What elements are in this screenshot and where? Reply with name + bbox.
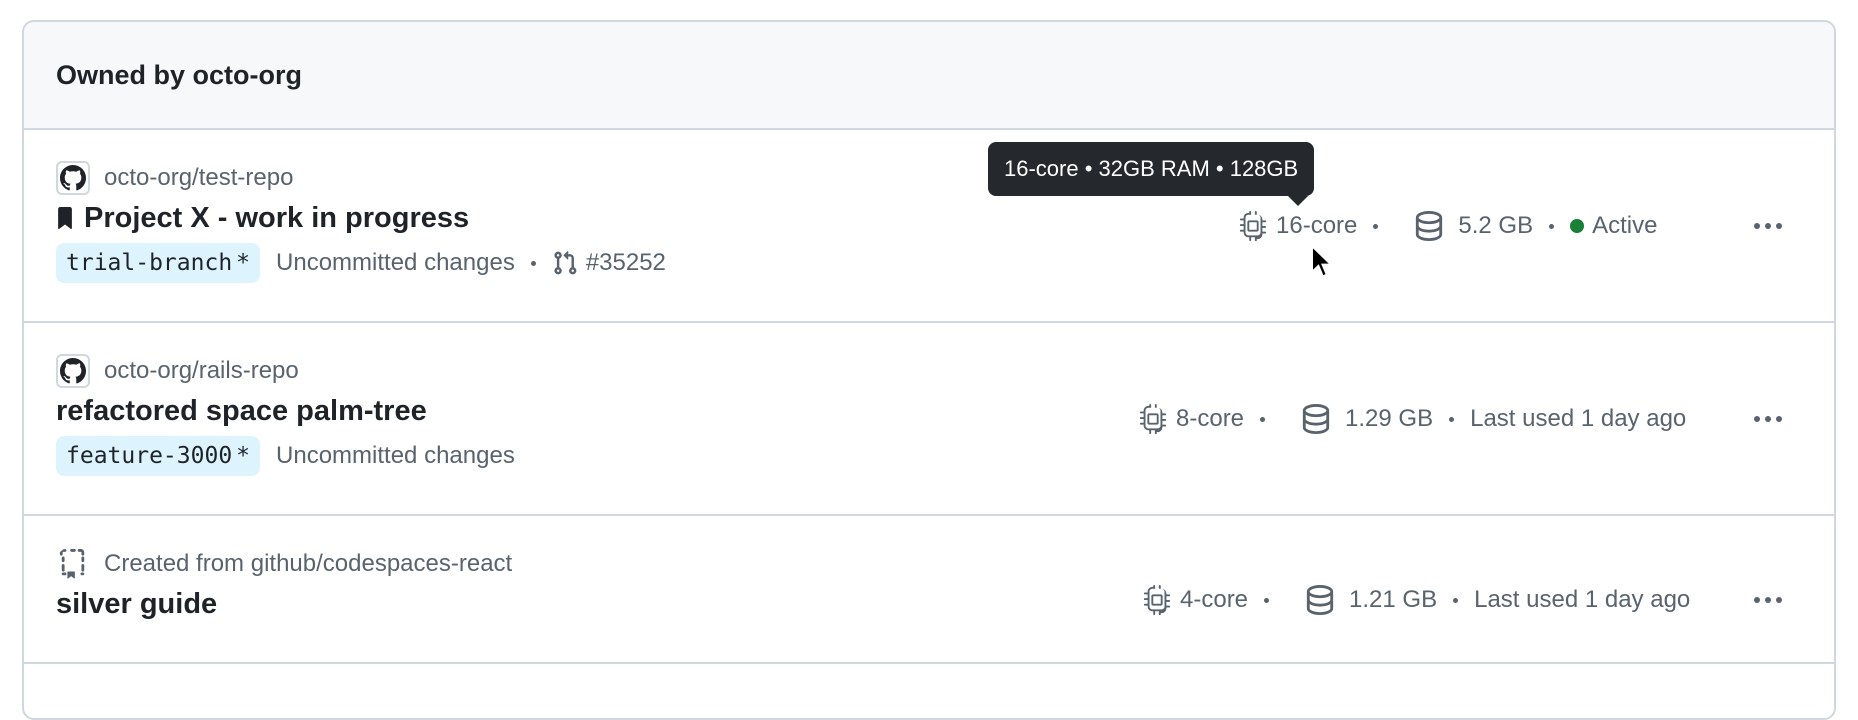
more-options-button[interactable] [1748, 580, 1788, 620]
separator-dot [1449, 416, 1455, 422]
last-used-label: Last used 1 day ago [1474, 586, 1691, 613]
codespace-row: octo-org/test-repo Project X - work in p… [24, 130, 1834, 323]
machine-tooltip: 16-core • 32GB RAM • 128GB [988, 142, 1315, 196]
separator-dot [1373, 223, 1379, 229]
repo-line: octo-org/test-repo [56, 160, 666, 196]
more-options-button[interactable] [1748, 399, 1788, 439]
machine-label: 4-core [1180, 586, 1249, 613]
codespace-info: Created from github/codespaces-react sil… [56, 546, 512, 624]
status-badge: Active [1570, 212, 1657, 240]
status-active-icon [1570, 219, 1585, 233]
machine-type[interactable]: 4-core [1142, 585, 1248, 615]
machine-label: 8-core [1176, 405, 1245, 432]
machine-label: 16-core [1276, 212, 1358, 239]
separator-dot [1453, 597, 1459, 603]
branch-dirty-marker: * [236, 250, 251, 276]
template-repo-icon [56, 547, 90, 581]
cpu-icon [1143, 585, 1171, 615]
section-title: Owned by octo-org [56, 59, 302, 90]
cpu-icon [1239, 211, 1267, 241]
codespace-stats: 4-core 1.21 GB Last used 1 day ago [1142, 580, 1690, 620]
last-used-label: Last used 1 day ago [1470, 405, 1687, 432]
kebab-dot [1754, 597, 1760, 603]
uncommitted-changes: Uncommitted changes [276, 442, 515, 469]
database-icon [1416, 211, 1443, 241]
codespace-name-line: silver guide [56, 584, 512, 624]
codespace-info: octo-org/test-repo Project X - work in p… [56, 160, 666, 284]
branch-badge[interactable]: feature-3000 * [56, 436, 261, 476]
template-source-link[interactable]: Created from github/codespaces-react [104, 550, 512, 578]
storage-label: 1.21 GB [1349, 586, 1438, 613]
codespace-name-line: refactored space palm-tree [56, 391, 515, 431]
branch-name: trial-branch [66, 250, 233, 276]
tooltip-arrow [1288, 196, 1308, 206]
separator-dot [1549, 223, 1555, 229]
bookmark-icon [56, 207, 74, 229]
status-label: Active [1592, 212, 1658, 239]
repo-line: Created from github/codespaces-react [56, 546, 512, 582]
kebab-dot [1765, 223, 1771, 229]
kebab-dot [1765, 416, 1771, 422]
database-icon [1306, 585, 1334, 615]
kebab-dot [1754, 223, 1760, 229]
storage-usage: 5.2 GB [1414, 210, 1533, 242]
repo-link[interactable]: octo-org/rails-repo [104, 357, 299, 385]
meta-line: trial-branch * Uncommitted changes #35252 [56, 242, 666, 284]
separator-dot [530, 260, 536, 266]
pr-number: #35252 [585, 249, 666, 276]
github-mark-icon [56, 161, 90, 195]
separator-dot [1260, 416, 1266, 422]
mouse-cursor-icon [1310, 243, 1336, 285]
storage-usage: 1.21 GB [1305, 584, 1437, 616]
codespace-name-link[interactable]: Project X - work in progress [84, 202, 469, 235]
codespace-name-line: Project X - work in progress [56, 198, 666, 238]
kebab-dot [1776, 223, 1782, 229]
repo-link[interactable]: octo-org/test-repo [104, 164, 293, 192]
cpu-icon [1139, 404, 1167, 434]
codespace-stats: 8-core 1.29 GB Last used 1 day ago [1138, 399, 1686, 439]
codespace-stats: 16-core 5.2 GB Active [1238, 206, 1657, 246]
pull-request-icon [554, 250, 577, 275]
codespaces-panel: Owned by octo-org octo-org/test-repo Pro… [22, 20, 1836, 720]
database-icon [1302, 404, 1330, 434]
branch-dirty-marker: * [236, 443, 251, 469]
panel-header: Owned by octo-org [24, 22, 1834, 130]
kebab-dot [1776, 597, 1782, 603]
more-options-button[interactable] [1748, 206, 1788, 246]
uncommitted-changes: Uncommitted changes [276, 249, 515, 276]
storage-label: 5.2 GB [1458, 212, 1534, 239]
codespace-name-link[interactable]: refactored space palm-tree [56, 395, 427, 428]
branch-name: feature-3000 [66, 443, 233, 469]
kebab-dot [1765, 597, 1771, 603]
codespace-row: Created from github/codespaces-react sil… [24, 516, 1834, 664]
repo-line: octo-org/rails-repo [56, 353, 515, 389]
github-mark-icon [56, 354, 90, 388]
kebab-dot [1776, 416, 1782, 422]
codespace-info: octo-org/rails-repo refactored space pal… [56, 353, 515, 477]
pull-request-link[interactable]: #35252 [552, 249, 666, 277]
storage-usage: 1.29 GB [1301, 403, 1433, 435]
codespace-row: octo-org/rails-repo refactored space pal… [24, 323, 1834, 516]
branch-badge[interactable]: trial-branch * [56, 243, 261, 283]
machine-type[interactable]: 16-core [1238, 211, 1357, 241]
kebab-dot [1754, 416, 1760, 422]
storage-label: 1.29 GB [1345, 405, 1434, 432]
machine-type[interactable]: 8-core [1138, 404, 1244, 434]
codespace-name-link[interactable]: silver guide [56, 588, 217, 621]
meta-line: feature-3000 * Uncommitted changes [56, 435, 515, 477]
separator-dot [1264, 597, 1270, 603]
